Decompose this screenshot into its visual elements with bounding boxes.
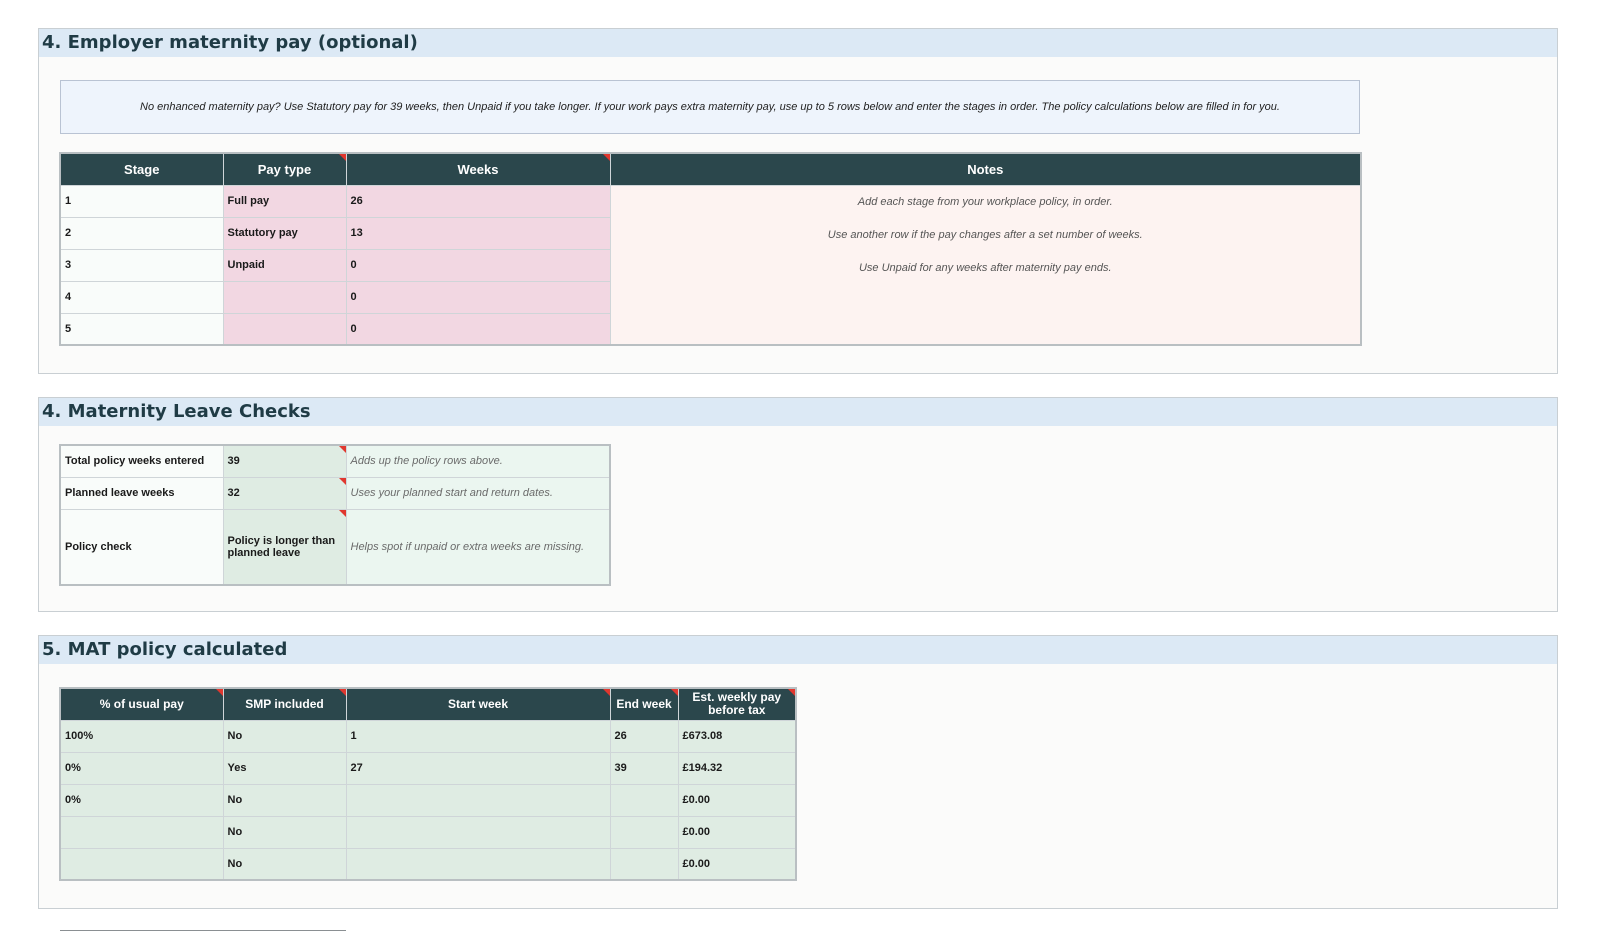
smp-cell: No [222,719,347,753]
weeks-cell[interactable]: 0 [345,312,611,346]
est-pay-cell: £0.00 [677,847,797,881]
check-help: Helps spot if unpaid or extra weeks are … [345,508,611,586]
end-week-cell: 39 [609,751,679,785]
table-row: Planned leave weeks 32 Uses your planned… [59,476,611,510]
check-value: 32 [222,476,347,510]
checks-table: Total policy weeks entered 39 Adds up th… [59,444,611,586]
start-week-cell: 1 [345,719,611,753]
start-week-cell: 27 [345,751,611,785]
smp-cell: No [222,847,347,881]
check-label: Total policy weeks entered [59,444,224,478]
pct-cell: 0% [59,783,224,817]
intro-instructions: No enhanced maternity pay? Use Statutory… [60,80,1360,134]
pct-cell: 0% [59,751,224,785]
stage-cell[interactable]: 5 [59,312,224,346]
stage-cell[interactable]: 1 [59,184,224,218]
est-pay-cell: £673.08 [677,719,797,753]
policy-stages-table: Stage Pay type Weeks Notes 1 Full pay 26… [59,152,1362,346]
pay-type-cell[interactable]: Full pay [222,184,347,218]
table-row: 100% No 1 26 £673.08 [59,719,797,753]
section-title: 5. MAT policy calculated [39,636,1557,664]
section-title: 4. Employer maternity pay (optional) [39,29,1557,57]
note-line: Use another row if the pay changes after… [827,228,1143,241]
est-pay-cell: £0.00 [677,815,797,849]
end-week-cell: 26 [609,719,679,753]
pct-cell [59,815,224,849]
table-row: Total policy weeks entered 39 Adds up th… [59,444,611,478]
est-pay-cell: £194.32 [677,751,797,785]
pct-cell [59,847,224,881]
start-week-cell [345,847,611,881]
check-label: Policy check [59,508,224,586]
table-row: No £0.00 [59,815,797,849]
check-value: 39 [222,444,347,478]
header-pct-usual-pay: % of usual pay [59,687,224,721]
check-label: Planned leave weeks [59,476,224,510]
smp-cell: No [222,783,347,817]
header-end-week: End week [609,687,679,721]
header-notes: Notes [609,152,1362,186]
note-line: Add each stage from your workplace polic… [857,195,1113,208]
note-line: Use Unpaid for any weeks after maternity… [858,261,1112,274]
header-smp-included: SMP included [222,687,347,721]
table-row: 0% No £0.00 [59,783,797,817]
check-help: Uses your planned start and return dates… [345,476,611,510]
pay-type-cell[interactable]: Statutory pay [222,216,347,250]
header-weeks: Weeks [345,152,611,186]
header-pay-type: Pay type [222,152,347,186]
header-est-weekly-pay: Est. weekly pay before tax [677,687,797,721]
weeks-cell[interactable]: 13 [345,216,611,250]
section-title: 4. Maternity Leave Checks [39,398,1557,426]
start-week-cell [345,815,611,849]
smp-cell: No [222,815,347,849]
weeks-cell[interactable]: 26 [345,184,611,218]
header-start-week: Start week [345,687,611,721]
table-row: No £0.00 [59,847,797,881]
table-row: 1 Full pay 26 Add each stage from your w… [59,184,1362,346]
check-help: Adds up the policy rows above. [345,444,611,478]
header-stage: Stage [59,152,224,186]
check-value: Policy is longer than planned leave [222,508,347,586]
divider [60,930,346,931]
stage-cell[interactable]: 4 [59,280,224,314]
table-header-row: Stage Pay type Weeks Notes [59,152,1362,186]
weeks-cell[interactable]: 0 [345,280,611,314]
table-header-row: % of usual pay SMP included Start week E… [59,687,797,721]
pay-type-cell[interactable]: Unpaid [222,248,347,282]
end-week-cell [609,783,679,817]
weeks-cell[interactable]: 0 [345,248,611,282]
table-row: Policy check Policy is longer than plann… [59,508,611,586]
smp-cell: Yes [222,751,347,785]
notes-cell: Add each stage from your workplace polic… [609,184,1362,346]
start-week-cell [345,783,611,817]
calculated-policy-table: % of usual pay SMP included Start week E… [59,687,797,881]
end-week-cell [609,815,679,849]
pay-type-cell[interactable] [222,280,347,314]
stage-cell[interactable]: 2 [59,216,224,250]
pay-type-cell[interactable] [222,312,347,346]
pct-cell: 100% [59,719,224,753]
est-pay-cell: £0.00 [677,783,797,817]
end-week-cell [609,847,679,881]
stage-cell[interactable]: 3 [59,248,224,282]
table-row: 0% Yes 27 39 £194.32 [59,751,797,785]
